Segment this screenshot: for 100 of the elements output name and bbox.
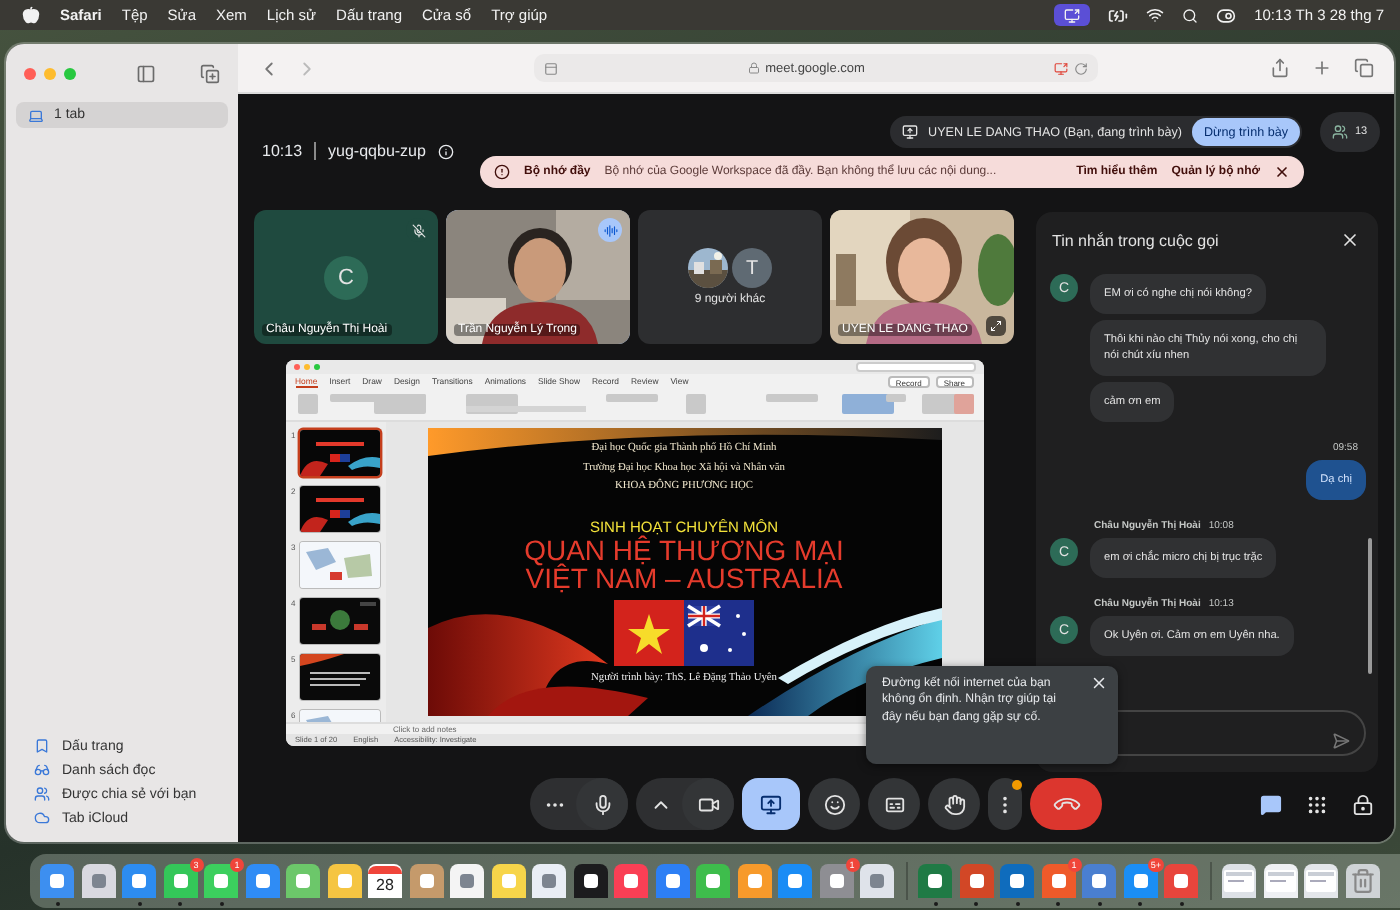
- app-glyph-icon: [50, 874, 64, 888]
- reactions-button[interactable]: [808, 778, 860, 830]
- audio-level-icon: [603, 223, 617, 237]
- tabs-overview-icon: [1354, 58, 1374, 78]
- screen-share-icon: [1054, 61, 1068, 75]
- control-center-icon: [1216, 5, 1237, 25]
- microphone-button[interactable]: [576, 778, 628, 830]
- app-glyph-icon: [337, 874, 351, 888]
- grid-icon: [1306, 793, 1328, 815]
- present-icon: [902, 124, 919, 140]
- share-icon: [1270, 58, 1290, 78]
- close-button[interactable]: [1090, 674, 1108, 692]
- chat-button[interactable]: [1260, 793, 1282, 815]
- people-icon: [34, 786, 50, 802]
- glasses-icon: [34, 762, 50, 778]
- cloud-icon: [34, 810, 50, 826]
- send-icon: [1332, 732, 1350, 750]
- hand-icon: [943, 793, 965, 815]
- app-glyph-icon: [870, 874, 884, 888]
- app-glyph-icon: [460, 874, 474, 888]
- activities-button[interactable]: [1306, 793, 1328, 815]
- slide-thumbnail-drawing: [299, 598, 380, 644]
- app-glyph-icon: [928, 874, 942, 888]
- leave-call-button[interactable]: [1030, 778, 1102, 830]
- slide-thumbnail-drawing: [299, 486, 380, 532]
- slide-thumbnail[interactable]: [299, 598, 380, 644]
- slide-thumbnail[interactable]: [299, 486, 380, 532]
- slide-thumbnail-drawing: [299, 430, 380, 476]
- app-glyph-icon: [747, 874, 761, 888]
- people-icon: [1332, 124, 1349, 140]
- close-icon: [1274, 164, 1290, 180]
- window-thumbnail-icon: [1224, 870, 1254, 892]
- slide-title: QUAN HỆ THƯƠNG MẠI: [524, 535, 844, 563]
- app-glyph-icon: [624, 874, 638, 888]
- app-glyph-icon: [542, 874, 556, 888]
- app-glyph-icon: [829, 874, 843, 888]
- battery-icon: [1108, 5, 1129, 25]
- app-glyph-icon: [1133, 874, 1147, 888]
- chat-icon: [1260, 793, 1282, 815]
- app-glyph-icon: [419, 874, 433, 888]
- new-tab-icon: [1312, 58, 1332, 78]
- bookmark-icon: [34, 738, 50, 754]
- slide-thumbnail[interactable]: [299, 430, 380, 476]
- slide-thumbnail[interactable]: [299, 654, 380, 700]
- close-icon: [1340, 230, 1360, 250]
- host-controls-button[interactable]: [1352, 793, 1374, 815]
- meeting-code: yug-qqbu-zup: [328, 142, 426, 160]
- app-glyph-icon: [583, 874, 597, 888]
- app-glyph-icon: [132, 874, 146, 888]
- trash-icon: [1349, 868, 1375, 894]
- app-glyph-icon: [173, 874, 187, 888]
- reload-icon: [1074, 61, 1088, 75]
- meeting-time: 10:13: [262, 142, 303, 160]
- app-glyph-icon: [255, 874, 269, 888]
- laptop-icon: [28, 107, 44, 123]
- microphone-icon: [591, 793, 613, 815]
- apple-icon: [22, 6, 40, 24]
- window-thumbnail-icon: [1265, 870, 1295, 892]
- alert-icon: [494, 164, 510, 180]
- screen-share-icon: [1064, 7, 1081, 23]
- slide-thumbnail-drawing: [299, 654, 380, 700]
- chat-title: Tin nhắn trong cuộc gọi: [1052, 231, 1219, 249]
- app-glyph-icon: [1051, 874, 1065, 888]
- slide-thumbnail[interactable]: [299, 542, 380, 588]
- more-button[interactable]: [988, 778, 1022, 830]
- app-glyph-icon: [706, 874, 720, 888]
- info-icon: [437, 143, 454, 159]
- smiley-icon: [823, 793, 845, 815]
- raise-hand-button[interactable]: [928, 778, 980, 830]
- camera-icon: [697, 793, 719, 815]
- app-glyph-icon: [665, 874, 679, 888]
- search-icon: [1182, 7, 1199, 23]
- avatar: T: [732, 248, 772, 288]
- wifi-icon: [1146, 6, 1165, 24]
- new-tab-group-icon: [200, 64, 220, 84]
- app-glyph-icon: [1092, 874, 1106, 888]
- present-icon: [760, 793, 782, 815]
- app-glyph-icon: [91, 874, 105, 888]
- app-glyph-icon: [296, 874, 310, 888]
- app-glyph-icon: [969, 874, 983, 888]
- slide-title: VIỆT NAM – AUSTRALIA: [525, 563, 843, 591]
- avatar: C: [324, 255, 368, 299]
- slide-thumbnail-drawing: [299, 542, 380, 588]
- app-glyph-icon: [788, 874, 802, 888]
- captions-button[interactable]: [868, 778, 920, 830]
- lock-icon: [1352, 793, 1374, 815]
- page-icon: [544, 61, 558, 75]
- app-glyph-icon: [214, 874, 228, 888]
- present-button[interactable]: [742, 778, 800, 830]
- camera-button[interactable]: [682, 778, 734, 830]
- screen-sharing-icon[interactable]: [1054, 4, 1091, 26]
- captions-icon: [883, 793, 905, 815]
- window-thumbnail-icon: [1306, 870, 1336, 892]
- flags-drawing: [614, 599, 754, 665]
- app-glyph-icon: [501, 874, 515, 888]
- close-icon: [1090, 674, 1108, 692]
- muted-microphone-icon: [411, 223, 425, 237]
- app-glyph-icon: [1174, 874, 1188, 888]
- lock-icon: [747, 62, 760, 74]
- app-glyph-icon: [1010, 874, 1024, 888]
